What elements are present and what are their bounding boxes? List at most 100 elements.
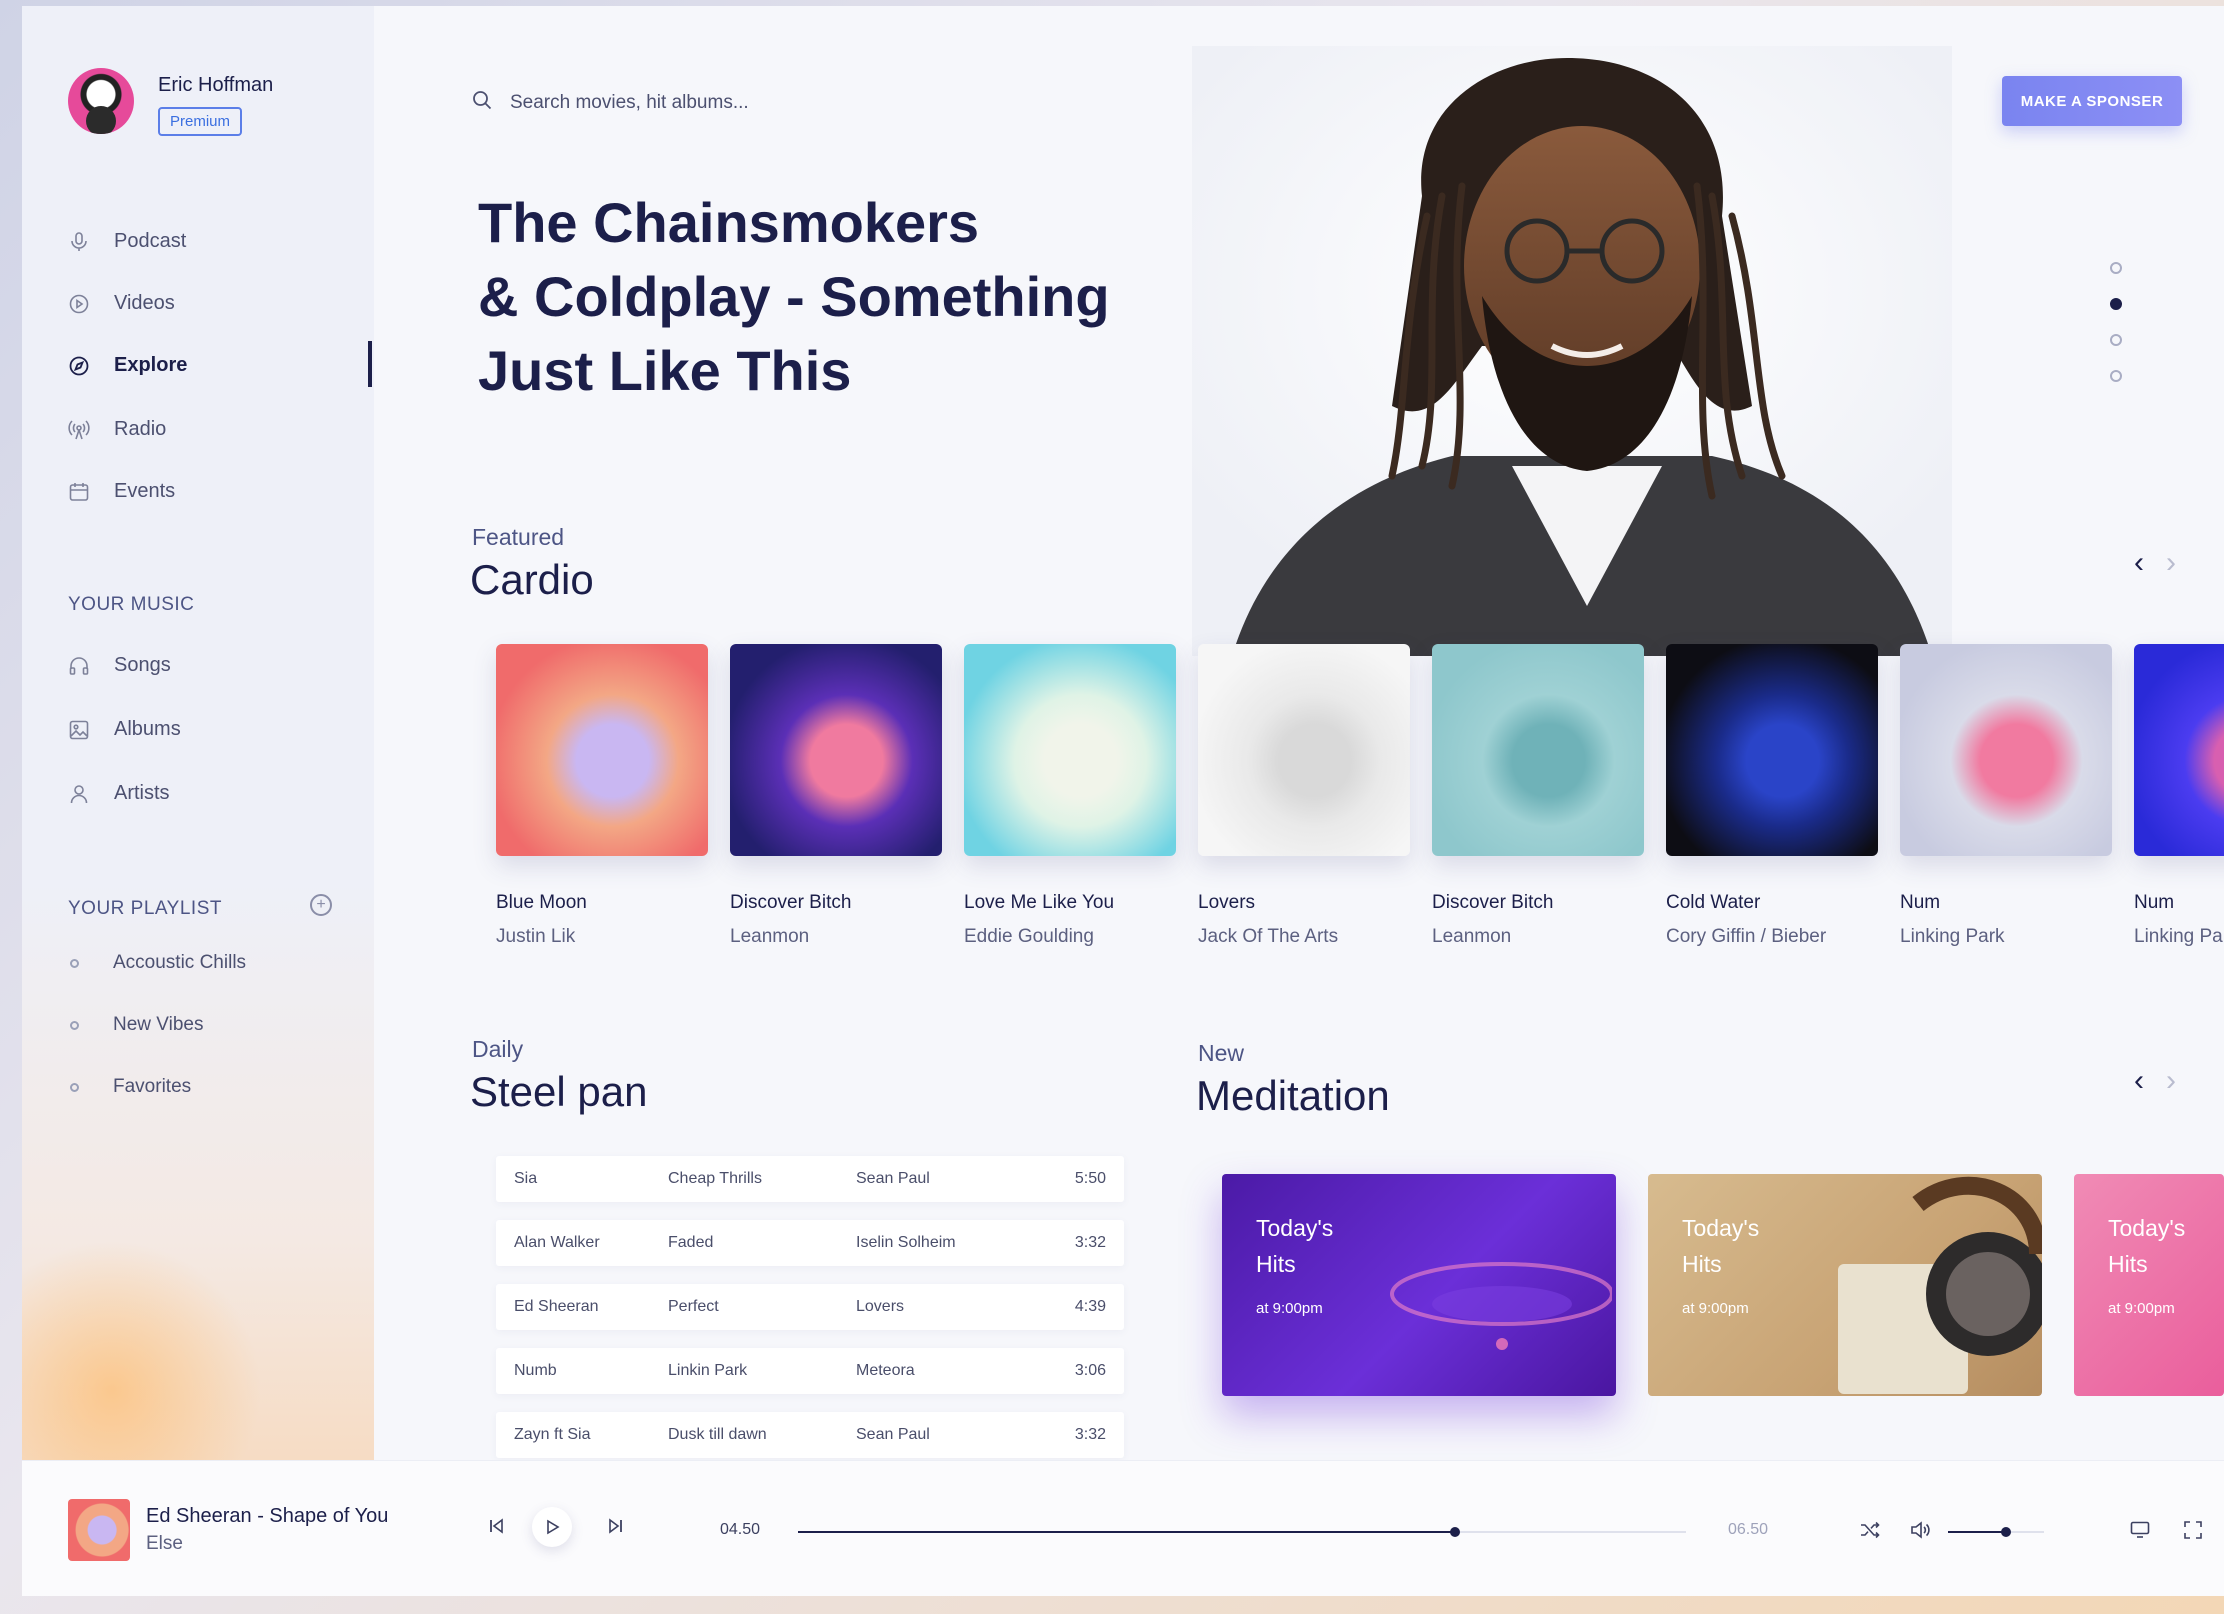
table-row[interactable]: Ed Sheeran Perfect Lovers 4:39 — [496, 1284, 1124, 1330]
nav-label: Events — [114, 480, 176, 502]
play-button[interactable] — [532, 1507, 572, 1547]
nav-item-podcast[interactable]: Podcast — [68, 230, 186, 253]
album-card[interactable]: Discover Bitch Leanmon — [730, 644, 942, 948]
card-time: at 9:00pm — [1682, 1300, 1749, 1317]
volume-button[interactable] — [1910, 1521, 1932, 1539]
volume-handle[interactable] — [2000, 1527, 2011, 1537]
album-cover[interactable] — [1900, 644, 2112, 856]
track-album: Sean Paul — [856, 1426, 930, 1443]
nav-item-albums[interactable]: Albums — [68, 718, 181, 741]
album-artist[interactable]: Leanmon — [1432, 926, 1644, 948]
profile-name: Eric Hoffman — [158, 74, 274, 96]
user-profile[interactable]: Eric Hoffman Premium — [68, 68, 273, 136]
shuffle-button[interactable] — [1860, 1521, 1880, 1539]
album-cover[interactable] — [496, 644, 708, 856]
album-artist[interactable]: Jack Of The Arts — [1198, 926, 1410, 948]
compass-icon — [68, 355, 90, 377]
add-playlist-button[interactable]: + — [310, 894, 332, 916]
table-row[interactable]: Zayn ft Sia Dusk till dawn Sean Paul 3:32 — [496, 1412, 1124, 1458]
track-duration: 5:50 — [1074, 1170, 1106, 1187]
nav-item-songs[interactable]: Songs — [68, 654, 171, 677]
chevron-left-icon[interactable]: ‹ — [2134, 1064, 2144, 1098]
hero-title-line: & Coldplay - Something — [478, 265, 1110, 328]
album-artist[interactable]: Eddie Goulding — [964, 926, 1176, 948]
album-title[interactable]: Lovers — [1198, 892, 1410, 914]
album-artist[interactable]: Justin Lik — [496, 926, 708, 948]
search-input[interactable]: Search movies, hit albums... — [510, 92, 749, 114]
nav-label: Explore — [114, 354, 188, 376]
now-playing-cover[interactable] — [68, 1499, 130, 1561]
slide-dot[interactable] — [2110, 334, 2122, 346]
track-title: Dusk till dawn — [668, 1426, 767, 1443]
album-card[interactable]: Blue Moon Justin Lik — [496, 644, 708, 948]
meditation-title: Meditation — [1196, 1072, 1390, 1119]
album-artist[interactable]: Cory Giffin / Bieber — [1666, 926, 1878, 948]
chevron-left-icon[interactable]: ‹ — [2134, 546, 2144, 580]
nav-item-videos[interactable]: Videos — [68, 292, 175, 315]
nav-item-radio[interactable]: Radio — [68, 418, 166, 441]
current-time: 04.50 — [720, 1521, 761, 1538]
search-bar[interactable]: Search movies, hit albums... — [472, 90, 749, 116]
card-title: Today's Hits — [1682, 1215, 1760, 1277]
album-title[interactable]: Num — [1900, 892, 2112, 914]
cast-button[interactable] — [2130, 1521, 2150, 1539]
meditation-card[interactable]: Today's Hits at 9:00pm — [1222, 1174, 1616, 1396]
playlist-item[interactable]: Accoustic Chills — [70, 952, 246, 974]
album-card[interactable]: Discover Bitch Leanmon — [1432, 644, 1644, 948]
table-row[interactable]: Numb Linkin Park Meteora 3:06 — [496, 1348, 1124, 1394]
album-cover[interactable] — [730, 644, 942, 856]
make-sponsor-button[interactable]: MAKE A SPONSER — [2002, 76, 2182, 126]
album-cover[interactable] — [1198, 644, 1410, 856]
table-row[interactable]: Sia Cheap Thrills Sean Paul 5:50 — [496, 1156, 1124, 1202]
album-artist[interactable]: Linking Park — [1900, 926, 2112, 948]
volume-slider[interactable] — [1948, 1527, 2044, 1537]
album-artist[interactable]: Leanmon — [730, 926, 942, 948]
track-album: Meteora — [856, 1362, 915, 1379]
playlist-item[interactable]: Favorites — [70, 1076, 191, 1098]
previous-button[interactable] — [488, 1517, 506, 1535]
album-card[interactable]: Lovers Jack Of The Arts — [1198, 644, 1410, 948]
nav-label: Podcast — [114, 230, 187, 252]
album-card[interactable]: Love Me Like You Eddie Goulding — [964, 644, 1176, 948]
album-title[interactable]: Blue Moon — [496, 892, 708, 914]
album-cover[interactable] — [1666, 644, 1878, 856]
bullet-icon — [70, 1020, 79, 1030]
chevron-right-icon[interactable]: › — [2166, 1064, 2176, 1098]
nav-item-artists[interactable]: Artists — [68, 782, 170, 805]
card-time: at 9:00pm — [1256, 1300, 1323, 1317]
meditation-card[interactable]: Today's Hits at 9:00pm — [1648, 1174, 2042, 1396]
album-cover[interactable] — [2134, 644, 2224, 856]
album-cover[interactable] — [1432, 644, 1644, 856]
album-card[interactable]: Num Linking Park — [2134, 644, 2224, 948]
album-card[interactable]: Num Linking Park — [1900, 644, 2112, 948]
album-title[interactable]: Num — [2134, 892, 2224, 914]
slide-dot[interactable] — [2110, 262, 2122, 274]
album-title[interactable]: Cold Water — [1666, 892, 1878, 914]
slide-dot-active[interactable] — [2110, 298, 2122, 310]
nav-item-explore[interactable]: Explore — [68, 354, 187, 377]
table-row[interactable]: Alan Walker Faded Iselin Solheim 3:32 — [496, 1220, 1124, 1266]
radio-icon — [68, 419, 90, 441]
album-artist[interactable]: Linking Park — [2134, 926, 2224, 948]
album-title[interactable]: Discover Bitch — [1432, 892, 1644, 914]
sidebar: Eric Hoffman Premium Podcast Videos Expl… — [22, 6, 374, 1540]
slide-dot[interactable] — [2110, 370, 2122, 382]
album-card[interactable]: Cold Water Cory Giffin / Bieber — [1666, 644, 1878, 948]
mic-icon — [68, 231, 90, 253]
nav-item-events[interactable]: Events — [68, 480, 175, 503]
hero-artist-photo — [1192, 46, 1952, 656]
meditation-card[interactable]: Today's Hits at 9:00pm — [2074, 1174, 2224, 1396]
progress-handle[interactable] — [1450, 1527, 1461, 1537]
progress-bar[interactable] — [798, 1527, 1686, 1537]
avatar[interactable] — [68, 68, 134, 134]
album-title[interactable]: Love Me Like You — [964, 892, 1176, 914]
track-title: Cheap Thrills — [668, 1170, 762, 1187]
card-title: Today's Hits — [2108, 1215, 2186, 1277]
fullscreen-button[interactable] — [2184, 1521, 2202, 1539]
track-duration: 3:06 — [1074, 1362, 1106, 1379]
next-button[interactable] — [606, 1517, 624, 1535]
album-title[interactable]: Discover Bitch — [730, 892, 942, 914]
album-cover[interactable] — [964, 644, 1176, 856]
playlist-item[interactable]: New Vibes — [70, 1014, 203, 1036]
chevron-right-icon[interactable]: › — [2166, 546, 2176, 580]
